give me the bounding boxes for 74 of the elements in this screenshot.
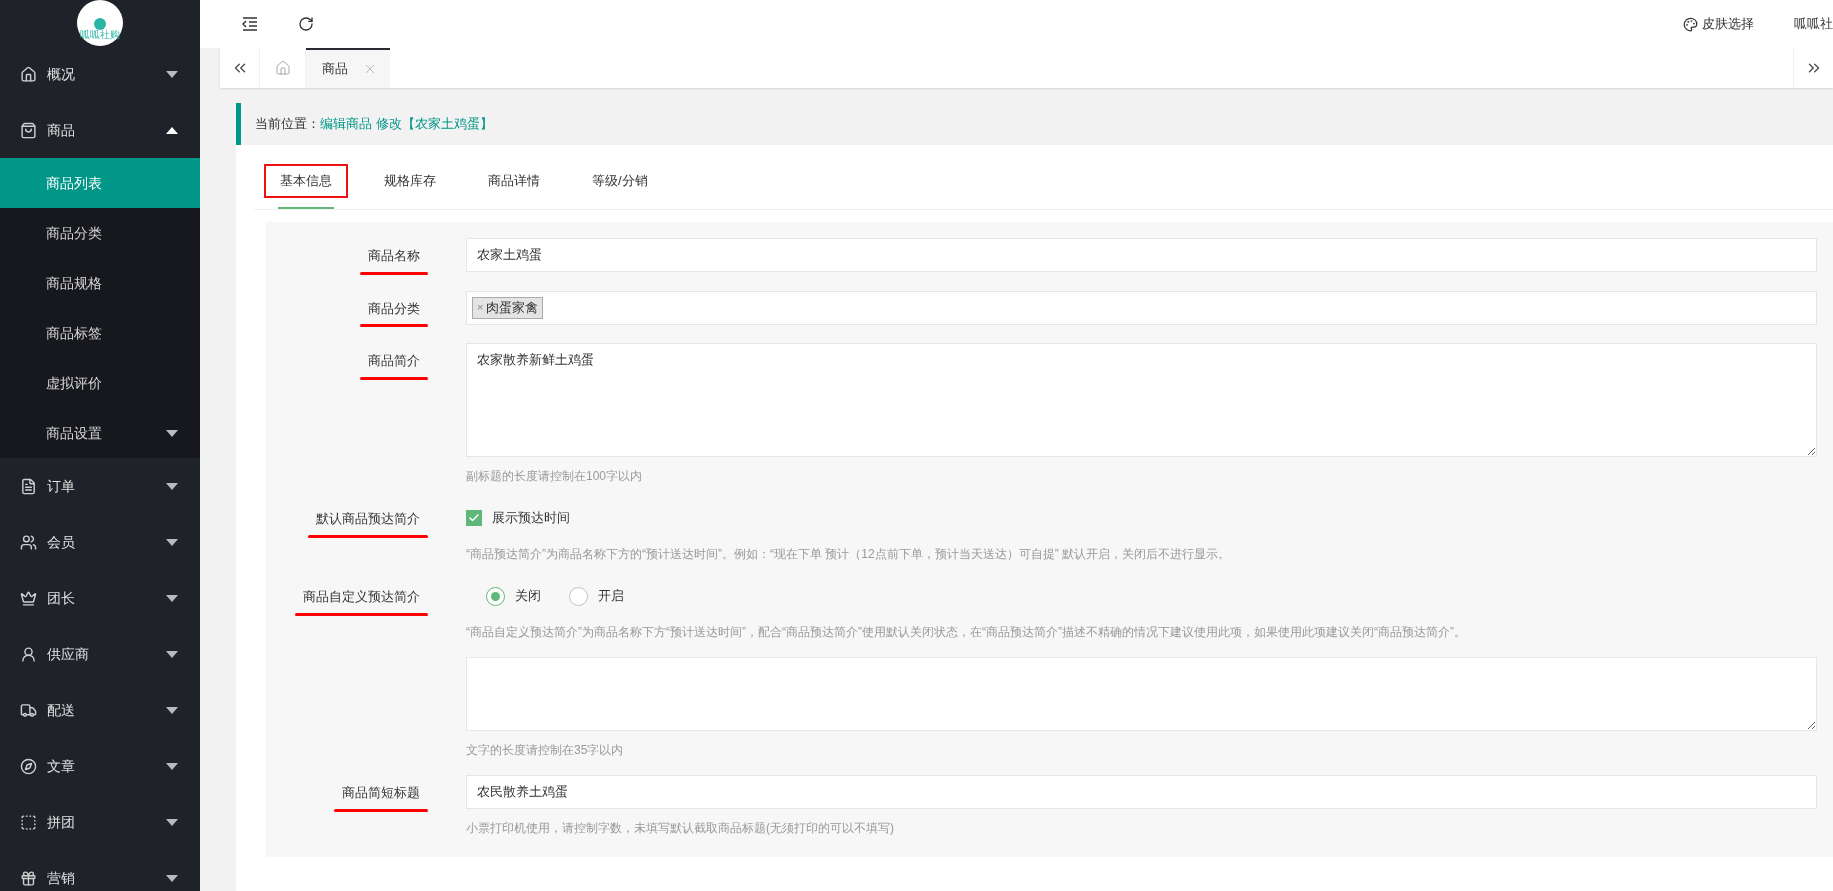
palette-icon (1683, 16, 1698, 32)
sidebar-item[interactable]: 团长 (0, 570, 200, 626)
caret-icon (166, 762, 178, 770)
sidebar-item[interactable]: 文章 (0, 738, 200, 794)
caret-icon (166, 650, 178, 658)
checkbox[interactable] (466, 510, 482, 526)
check-icon (468, 512, 480, 524)
bag-icon (20, 121, 37, 139)
sidebar-item[interactable]: 营销 (0, 850, 200, 891)
field-label: 默认商品预达简介 (316, 510, 420, 528)
sidebar-item[interactable]: 拼团 (0, 794, 200, 850)
sidebar-item[interactable]: 商品 (0, 102, 200, 158)
sidebar-item[interactable]: 概况 (0, 46, 200, 102)
caret-icon (166, 126, 178, 134)
field-label: 商品简介 (368, 352, 420, 370)
radio-label: 开启 (598, 587, 624, 606)
caret-icon (166, 874, 178, 882)
help-text: “商品自定义预达简介”为商品名称下方“预计送达时间”，配合“商品预达简介”使用默认关闭状态，在“商品预达简介”描述不精确的情况下建议使用此项，如果使用此项建议关闭“商品预达简介”。 (466, 624, 1467, 641)
users-icon (20, 533, 37, 551)
submenu-item[interactable]: 商品规格 (0, 258, 200, 308)
radio-label: 关闭 (515, 587, 541, 606)
collapse-menu-icon[interactable] (242, 17, 258, 31)
caret-icon (166, 706, 178, 714)
form-tab[interactable]: 规格库存 (368, 164, 452, 209)
close-icon[interactable] (366, 65, 374, 73)
submenu-item[interactable]: 商品列表 (0, 158, 200, 208)
text-field[interactable]: 农家土鸡蛋 (466, 238, 1817, 272)
caret-icon (166, 818, 178, 826)
field-label: 商品分类 (368, 299, 420, 318)
sidebar-item[interactable]: 会员 (0, 514, 200, 570)
caret-icon (166, 429, 178, 437)
form-tab[interactable]: 商品详情 (472, 164, 556, 209)
skin-select-button[interactable]: 皮肤选择 (1683, 14, 1754, 34)
compass-icon (20, 757, 37, 775)
user-icon (20, 645, 37, 663)
radio-button[interactable] (569, 586, 588, 606)
tag-select-field[interactable]: × 肉蛋家禽 (466, 290, 1817, 325)
breadcrumb-label: 当前位置： (255, 115, 320, 134)
text-area[interactable] (466, 657, 1817, 731)
help-text: “商品预达简介”为商品名称下方的“预计送达时间”。例如：“现在下单 预计（12点前下单，预计当天送达）可自提” 默认开启，关闭后不进行显示。 (466, 546, 1231, 563)
checkbox-label: 展示预达时间 (492, 509, 570, 528)
submenu-item[interactable]: 虚拟评价 (0, 358, 200, 408)
caret-icon (166, 538, 178, 546)
caret-icon (166, 70, 178, 78)
square-icon (20, 813, 37, 831)
sidebar-item[interactable]: 供应商 (0, 626, 200, 682)
submenu-item[interactable]: 商品标签 (0, 308, 200, 358)
sidebar-item[interactable]: 订单 (0, 458, 200, 514)
field-label: 商品自定义预达简介 (303, 588, 420, 606)
truck-icon (20, 701, 37, 719)
user-menu[interactable]: 呱呱社 (1794, 14, 1833, 34)
text-field[interactable]: 农民散养土鸡蛋 (466, 775, 1817, 809)
category-tag[interactable]: × 肉蛋家禽 (472, 296, 544, 319)
field-label: 商品简短标题 (342, 784, 420, 802)
home-icon (274, 60, 291, 76)
sidebar-item[interactable]: 配送 (0, 682, 200, 738)
text-area[interactable]: 农家散养新鲜土鸡蛋 (466, 343, 1817, 457)
form-tab[interactable]: 等级/分销 (576, 164, 664, 209)
crown-icon (20, 589, 37, 607)
home-icon (20, 65, 37, 83)
field-label: 商品名称 (368, 247, 420, 265)
refresh-icon[interactable] (298, 16, 314, 32)
help-text: 副标题的长度请控制在100字以内 (466, 468, 644, 485)
caret-icon (166, 594, 178, 602)
submenu-item[interactable]: 商品设置 (0, 408, 200, 458)
document-icon (20, 477, 37, 495)
help-text: 小票打印机使用，请控制字数，未填写默认截取商品标题(无须打印的可以不填写) (466, 820, 895, 837)
help-text: 文字的长度请控制在35字以内 (466, 742, 625, 759)
radio-button[interactable] (486, 586, 505, 606)
submenu-item[interactable]: 商品分类 (0, 208, 200, 258)
caret-icon (166, 482, 178, 490)
page-tab[interactable]: 商品 (306, 48, 390, 88)
gift-icon (20, 869, 37, 887)
logo: 呱呱社购 (77, 0, 123, 46)
